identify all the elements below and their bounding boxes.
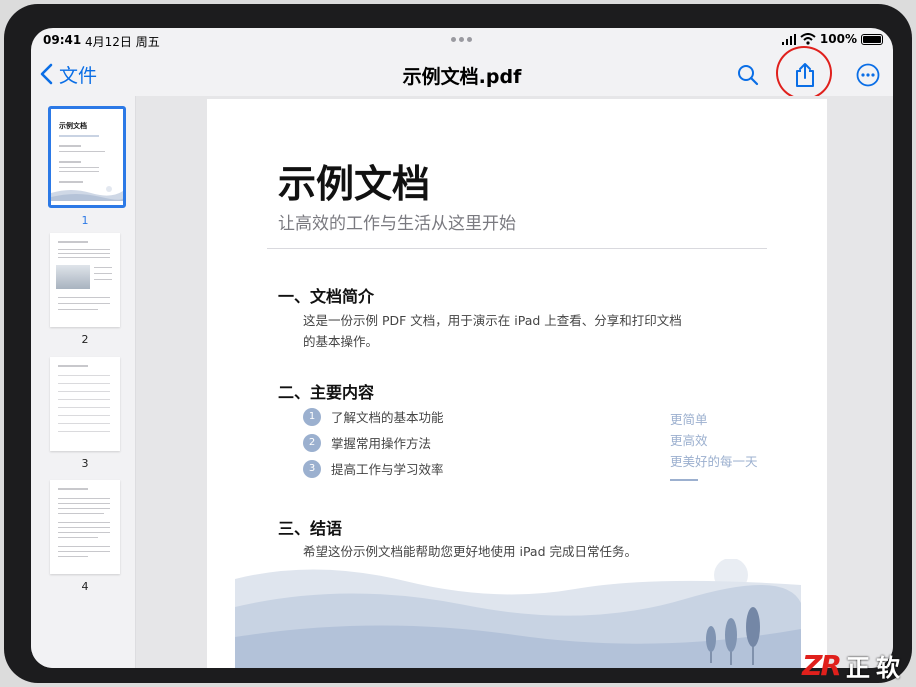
battery-icon (861, 33, 883, 45)
device-bezel: 09:41 4月12日 周五 100% 文件 示例文档.pdf 示例文档 1 2… (4, 4, 912, 683)
search-icon (738, 65, 759, 86)
share-button[interactable] (791, 61, 819, 89)
nav-bar: 文件 示例文档.pdf (31, 52, 893, 96)
screen: 09:41 4月12日 周五 100% 文件 示例文档.pdf 示例文档 1 2… (31, 28, 893, 668)
list-item-text: 掌握常用操作方法 (331, 436, 432, 451)
list-item-text: 提高工作与学习效率 (331, 462, 444, 477)
document-title: 示例文档.pdf (402, 66, 522, 88)
page-number: 3 (81, 457, 89, 470)
signal-icon (781, 33, 796, 45)
list-number-badge: 2 (303, 433, 321, 452)
watermark-logo: ZR 正软 (802, 648, 906, 683)
section-heading-content: 二、主要内容 (278, 383, 375, 402)
section-heading-conclusion: 三、结语 (278, 519, 343, 538)
status-bar: 09:41 4月12日 周五 100% (31, 28, 893, 52)
section-intro-text: 这是一份示例 PDF 文档，用于演示在 iPad 上查看、分享和打印文档 的基本… (303, 313, 682, 349)
list-item: 3 提高工作与学习效率 (303, 459, 444, 478)
status-time: 09:41 (43, 33, 82, 47)
page-number: 2 (81, 333, 89, 346)
more-icon (856, 63, 880, 87)
list-item: 1 了解文档的基本功能 (303, 407, 444, 426)
page-number: 4 (81, 580, 89, 593)
thumbnail-image (50, 233, 120, 327)
thumbnail-image: 示例文档 (48, 106, 126, 208)
page-thumbnail-4[interactable]: 4 (48, 480, 122, 593)
list-number-badge: 3 (303, 459, 321, 478)
side-note: 更简单 (670, 412, 708, 427)
divider (267, 248, 767, 249)
page-thumbnail-1[interactable]: 示例文档 1 (48, 106, 126, 227)
logo-text: 正软 (846, 654, 906, 682)
multitasking-grabber[interactable] (451, 37, 473, 43)
page-thumbnail-3[interactable]: 3 (48, 357, 122, 470)
device-frame: 09:41 4月12日 周五 100% 文件 示例文档.pdf 示例文档 1 2… (0, 0, 916, 687)
status-date: 4月12日 周五 (85, 35, 160, 49)
landscape-illustration (235, 559, 801, 668)
side-note: 更美好的每一天 (670, 454, 758, 469)
document-viewer[interactable]: 示例文档 让高效的工作与生活从这里开始 一、文档简介 这是一份示例 PDF 文档… (136, 96, 893, 668)
doc-subtitle: 让高效的工作与生活从这里开始 (278, 214, 516, 234)
more-button[interactable] (854, 61, 882, 89)
pdf-page: 示例文档 让高效的工作与生活从这里开始 一、文档简介 这是一份示例 PDF 文档… (207, 99, 827, 668)
search-button[interactable] (734, 61, 762, 89)
wifi-icon (800, 33, 816, 45)
list-item: 2 掌握常用操作方法 (303, 433, 431, 452)
list-item-text: 了解文档的基本功能 (331, 410, 444, 425)
page-thumbnail-2[interactable]: 2 (48, 233, 122, 346)
status-indicators: 100% (781, 32, 883, 46)
doc-heading: 示例文档 (278, 162, 431, 206)
thumbnail-image (50, 357, 120, 451)
side-note: 更高效 (670, 433, 708, 448)
page-number: 1 (81, 214, 89, 227)
side-note-underline (670, 479, 698, 481)
battery-percent: 100% (819, 32, 857, 46)
thumbnail-sidebar: 示例文档 1 2 3 4 (31, 96, 136, 668)
section-heading-intro: 一、文档简介 (278, 287, 375, 306)
share-icon (796, 63, 814, 87)
thumbnail-image (50, 480, 120, 574)
list-number-badge: 1 (303, 407, 321, 426)
logo-mark: ZR (802, 649, 842, 682)
